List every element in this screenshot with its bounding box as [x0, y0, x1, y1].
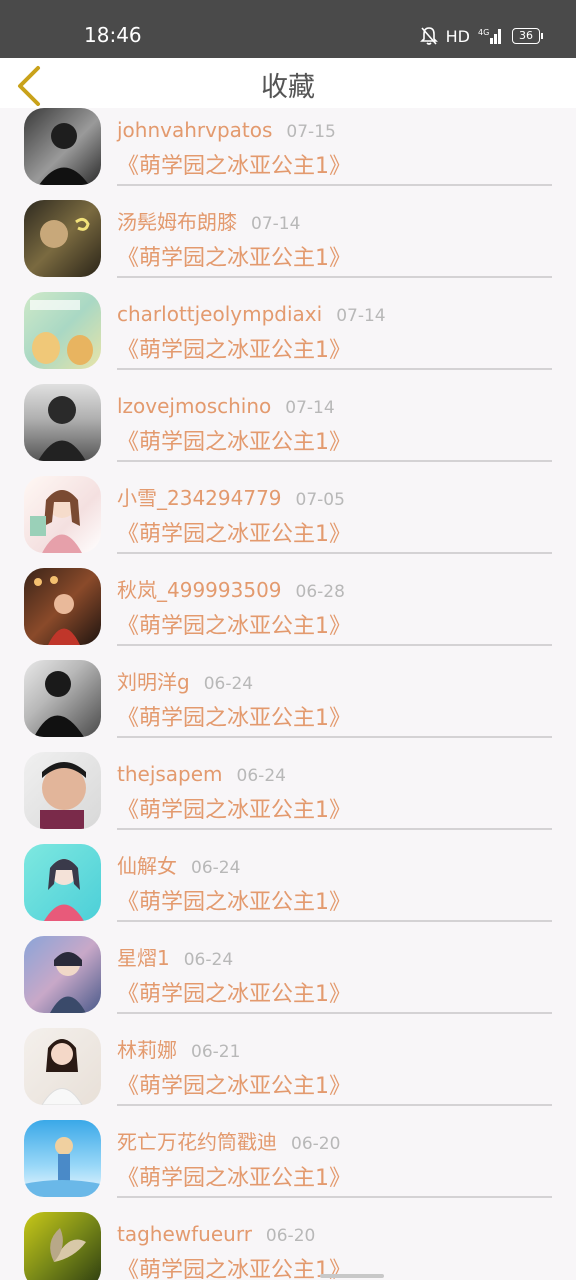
book-title: 《萌学园之冰亚公主1》 [117, 1166, 351, 1191]
page-title: 收藏 [261, 72, 315, 103]
list-item[interactable]: 刘明洋g 06-24 《萌学园之冰亚公主1》 [0, 660, 576, 752]
book-title: 《萌学园之冰亚公主1》 [117, 1258, 351, 1280]
signal-4g-icon: 4G [478, 28, 501, 44]
item-date: 07-14 [251, 214, 301, 234]
divider [117, 276, 552, 278]
avatar [24, 844, 101, 921]
book-title: 《萌学园之冰亚公主1》 [117, 338, 351, 363]
status-time: 18:46 [84, 23, 142, 47]
divider [117, 552, 552, 554]
avatar [24, 108, 101, 185]
item-date: 07-14 [336, 306, 386, 326]
list-item[interactable]: 汤髡姆布朗膝 07-14 《萌学园之冰亚公主1》 [0, 200, 576, 292]
user-name: 星熠1 06-24 [117, 946, 234, 970]
item-date: 06-24 [203, 674, 254, 694]
item-date: 06-24 [183, 950, 234, 970]
user-name: 秋岚_499993509 06-28 [117, 578, 345, 602]
book-title: 《萌学园之冰亚公主1》 [117, 430, 351, 455]
item-date: 06-28 [295, 582, 345, 602]
avatar [24, 476, 101, 553]
divider [117, 1104, 552, 1106]
avatar [24, 1212, 101, 1280]
book-title: 《萌学园之冰亚公主1》 [117, 1074, 351, 1099]
book-title: 《萌学园之冰亚公主1》 [117, 798, 351, 823]
book-title: 《萌学园之冰亚公主1》 [117, 522, 351, 547]
item-date: 06-20 [291, 1134, 341, 1154]
avatar [24, 384, 101, 461]
divider [117, 644, 552, 646]
user-name: 小雪_234294779 07-05 [117, 486, 345, 510]
battery-icon: 36 [512, 28, 543, 44]
book-title: 《萌学园之冰亚公主1》 [117, 890, 351, 915]
avatar [24, 200, 101, 277]
avatar [24, 660, 101, 737]
divider [117, 920, 552, 922]
avatar [24, 752, 101, 829]
network-type: HD [445, 26, 470, 46]
item-date: 06-21 [191, 1042, 241, 1062]
mute-bell-icon [419, 27, 438, 45]
user-name: charlottjeolympdiaxi 07-14 [117, 302, 386, 326]
header: 收藏 [0, 58, 576, 108]
avatar [24, 568, 101, 645]
user-name: taghewfueurr 06-20 [117, 1222, 316, 1246]
item-date: 06-24 [191, 858, 241, 878]
list-item[interactable]: johnvahrvpatos 07-15 《萌学园之冰亚公主1》 [0, 108, 576, 200]
list-item[interactable]: 死亡万花约筒戳迪 06-20 《萌学园之冰亚公主1》 [0, 1120, 576, 1212]
user-name: 刘明洋g 06-24 [117, 670, 254, 694]
item-date: 06-20 [265, 1226, 316, 1246]
avatar [24, 292, 101, 369]
user-name: 死亡万花约筒戳迪 06-20 [117, 1130, 341, 1154]
user-name: lzovejmoschino 07-14 [117, 394, 335, 418]
divider [117, 1196, 552, 1198]
list-item[interactable]: lzovejmoschino 07-14 《萌学园之冰亚公主1》 [0, 384, 576, 476]
list-item[interactable]: 星熠1 06-24 《萌学园之冰亚公主1》 [0, 936, 576, 1028]
book-title: 《萌学园之冰亚公主1》 [117, 154, 351, 179]
avatar [24, 1120, 101, 1197]
book-title: 《萌学园之冰亚公主1》 [117, 706, 351, 731]
list-item[interactable]: 小雪_234294779 07-05 《萌学园之冰亚公主1》 [0, 476, 576, 568]
list-item[interactable]: 秋岚_499993509 06-28 《萌学园之冰亚公主1》 [0, 568, 576, 660]
item-date: 07-15 [286, 122, 336, 142]
avatar [24, 936, 101, 1013]
list-item[interactable]: 林莉娜 06-21 《萌学园之冰亚公主1》 [0, 1028, 576, 1120]
book-title: 《萌学园之冰亚公主1》 [117, 246, 351, 271]
user-name: johnvahrvpatos 07-15 [117, 118, 336, 142]
item-date: 07-05 [295, 490, 345, 510]
status-bar: 18:46 HD 4G 36 [0, 0, 576, 58]
svg-text:4G: 4G [478, 28, 489, 37]
divider [117, 460, 552, 462]
divider [117, 736, 552, 738]
list-item[interactable]: 仙解女 06-24 《萌学园之冰亚公主1》 [0, 844, 576, 936]
avatar [24, 1028, 101, 1105]
book-title: 《萌学园之冰亚公主1》 [117, 614, 351, 639]
status-icons: HD 4G 36 [419, 24, 543, 48]
item-date: 06-24 [236, 766, 286, 786]
user-name: 仙解女 06-24 [117, 854, 241, 878]
list-item[interactable]: charlottjeolympdiaxi 07-14 《萌学园之冰亚公主1》 [0, 292, 576, 384]
scroll-indicator [320, 1274, 384, 1278]
user-name: 汤髡姆布朗膝 07-14 [117, 210, 301, 234]
divider [117, 828, 552, 830]
list-item[interactable]: thejsapem 06-24 《萌学园之冰亚公主1》 [0, 752, 576, 844]
favorites-list[interactable]: johnvahrvpatos 07-15 《萌学园之冰亚公主1》 汤髡姆布朗膝 07… [0, 108, 576, 1280]
user-name: 林莉娜 06-21 [117, 1038, 241, 1062]
list-item[interactable]: taghewfueurr 06-20 《萌学园之冰亚公主1》 [0, 1212, 576, 1280]
divider [117, 368, 552, 370]
divider [117, 184, 552, 186]
book-title: 《萌学园之冰亚公主1》 [117, 982, 351, 1007]
item-date: 07-14 [285, 398, 335, 418]
user-name: thejsapem 06-24 [117, 762, 286, 786]
divider [117, 1012, 552, 1014]
